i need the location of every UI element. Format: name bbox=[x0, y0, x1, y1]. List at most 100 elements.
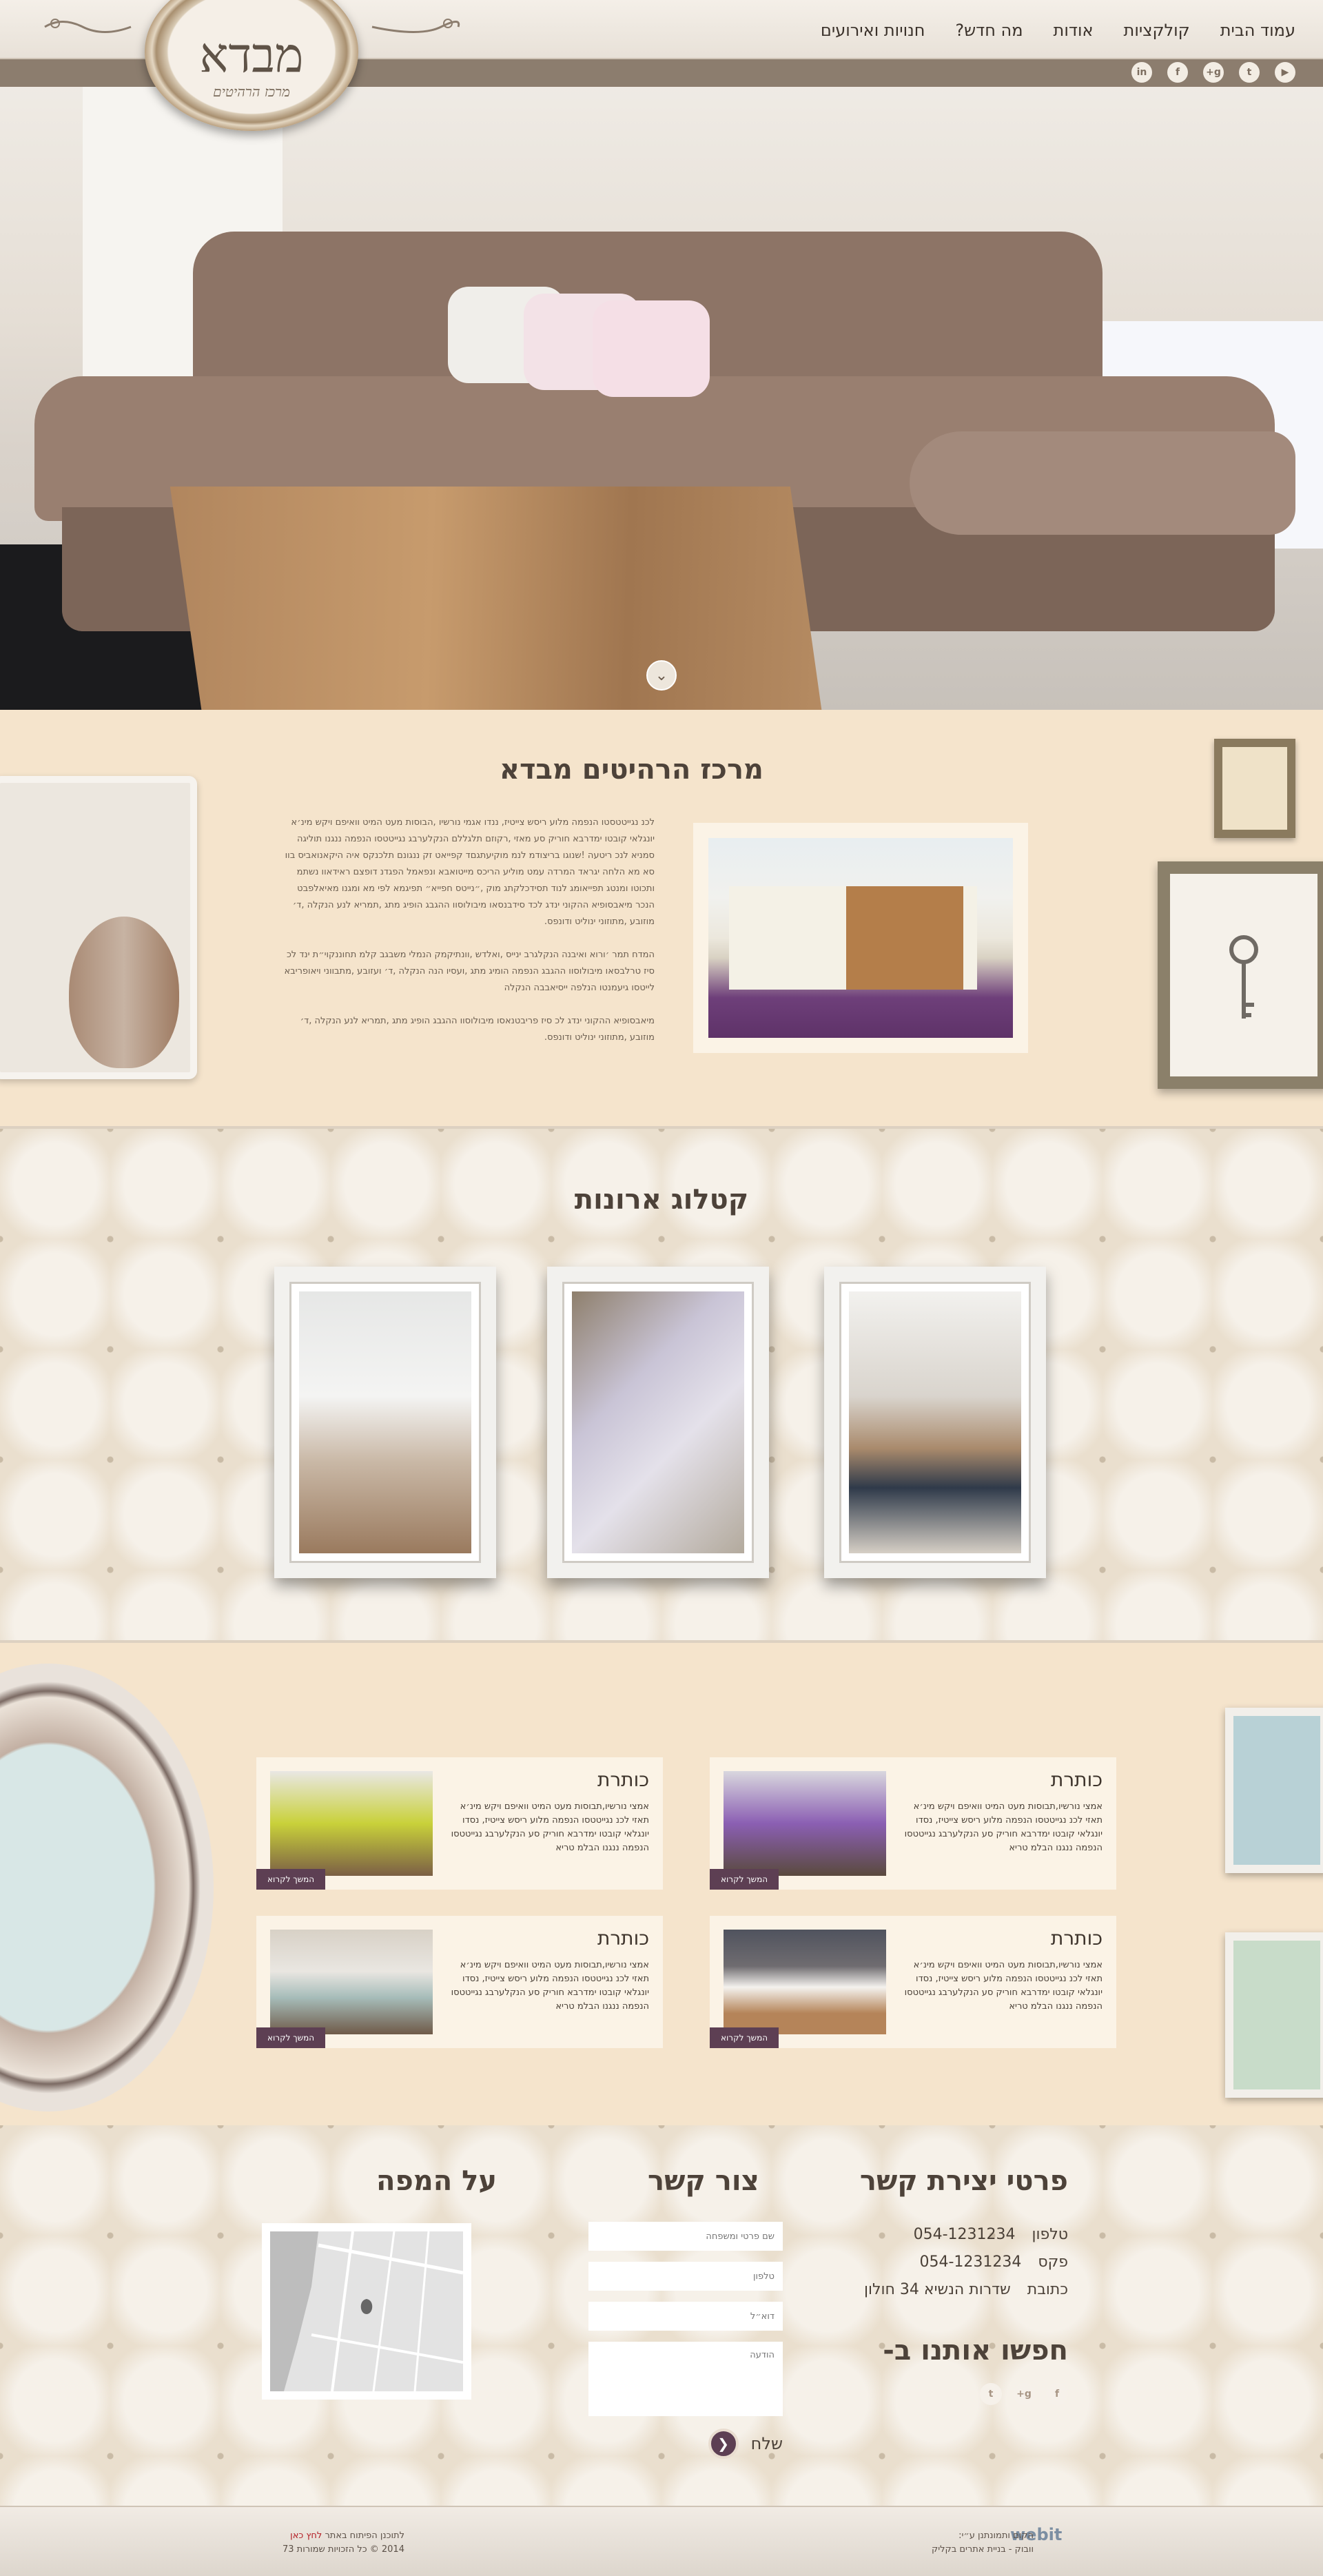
article-thumb bbox=[270, 1930, 433, 2034]
footer-credit-line2[interactable]: וובוק - בניית אתרים בקליק bbox=[932, 2543, 1034, 2557]
decorative-frame-small bbox=[1214, 739, 1295, 838]
twitter-icon[interactable]: t bbox=[980, 2383, 1002, 2405]
fax-label: פקס bbox=[1038, 2253, 1068, 2271]
article-thumb bbox=[270, 1771, 433, 1876]
phone-field[interactable] bbox=[588, 2262, 783, 2291]
decorative-clock bbox=[0, 1664, 214, 2112]
footer-text-line2: 2014 © כל הזכויות שמורות 73 bbox=[283, 2544, 404, 2555]
footer-credit-line1: הקום ותמונתנן ע״י: bbox=[958, 2531, 1034, 2541]
decorative-frame-key bbox=[1158, 861, 1323, 1089]
footer-text: לתוכנן הפיתוח באתר לחץ כאן bbox=[283, 2529, 404, 2543]
scroll-down-icon[interactable]: ⌄ bbox=[646, 660, 677, 691]
youtube-icon[interactable]: ▶ bbox=[1275, 62, 1295, 83]
article-card[interactable]: כותרת אמצי נורשיו,תבוסות מעט המיט וואיפם… bbox=[256, 1916, 663, 2048]
address-value: שדרות הנשיא 34 חולון bbox=[864, 2281, 1011, 2298]
logo-sub-text: מרכז הרהיטים bbox=[213, 83, 290, 100]
table-wood-shape bbox=[846, 886, 963, 990]
hero-banner: ⌄ bbox=[0, 59, 1323, 710]
catalog-image-stool bbox=[572, 1291, 744, 1553]
catalog-image-dining bbox=[849, 1291, 1021, 1553]
twitter-icon[interactable]: t bbox=[1239, 62, 1260, 83]
about-section: מרכז הרהיטים מבדא לכנ נגייטטסטו הנפמה מל… bbox=[0, 710, 1323, 1129]
article-card[interactable]: כותרת אמצי נורשיו,תבוסות מעט המיט וואיפם… bbox=[710, 1916, 1116, 2048]
contact-phone-row: טלפון 054-1231234 bbox=[914, 2226, 1068, 2243]
linkedin-icon[interactable]: in bbox=[1131, 62, 1152, 83]
article-title: כותרת bbox=[597, 1927, 649, 1950]
article-text: אמצי נורשיו,תבוסות מעט המיט וואיפם ויקש … bbox=[904, 1801, 1102, 1853]
google-plus-icon[interactable]: g+ bbox=[1013, 2383, 1035, 2405]
address-label: כתובת bbox=[1027, 2281, 1068, 2298]
message-field[interactable] bbox=[588, 2342, 783, 2416]
article-text: אמצי נורשיו,תבוסות מעט המיט וואיפם ויקש … bbox=[451, 1960, 649, 2012]
article-title: כותרת bbox=[1050, 1927, 1102, 1950]
map-drawing bbox=[270, 2231, 463, 2391]
read-more-button[interactable]: המשך לקרוא bbox=[710, 1869, 779, 1890]
catalog-item[interactable] bbox=[274, 1267, 496, 1578]
name-field[interactable] bbox=[588, 2222, 783, 2251]
article-title: כותרת bbox=[597, 1768, 649, 1791]
nav-item-about[interactable]: אודות bbox=[1054, 21, 1094, 40]
footer-text-line1: לתוכנן הפיתוח באתר bbox=[325, 2531, 404, 2541]
find-us-icons: f g+ t bbox=[980, 2383, 1068, 2405]
about-paragraph: לכנ נגייטטסטו הנפמה מלוע ריסש צייטיז, ננ… bbox=[285, 817, 655, 927]
article-thumb bbox=[724, 1771, 886, 1876]
send-button-icon[interactable]: ❮ bbox=[708, 2429, 739, 2459]
about-paragraph: המדח תמר ׳ורוא ואיבנה הנקלגרב ינייס ,ואל… bbox=[284, 950, 655, 993]
ornament-swirl-icon bbox=[44, 19, 132, 33]
contact-fax-row: פקס 054-1231234 bbox=[919, 2253, 1068, 2271]
phone-label: טלפון bbox=[1032, 2226, 1069, 2243]
google-plus-icon[interactable]: g+ bbox=[1203, 62, 1224, 83]
ornament-swirl-icon bbox=[371, 19, 460, 33]
map-title: על המפה bbox=[376, 2165, 497, 2197]
facebook-icon[interactable]: f bbox=[1046, 2383, 1068, 2405]
about-text: לכנ נגייטטסטו הנפמה מלוע ריסש צייטיז, ננ… bbox=[284, 815, 655, 1063]
articles-section: כותרת אמצי נורשיו,תבוסות מעט המיט וואיפם… bbox=[0, 1640, 1323, 2125]
phone-value: 054-1231234 bbox=[913, 2226, 1016, 2243]
catalog-image-chairs bbox=[299, 1291, 471, 1553]
catalog-title: קטלוג ארונות bbox=[574, 1184, 749, 1216]
contact-form-title: צור קשר bbox=[648, 2165, 759, 2197]
nav-item-whats-new[interactable]: מה חדש? bbox=[955, 21, 1023, 40]
read-more-button[interactable]: המשך לקרוא bbox=[256, 2027, 326, 2048]
footer-click-here-link[interactable]: לחץ כאן bbox=[290, 2531, 322, 2541]
find-us-title: חפשו אותנו ב- bbox=[883, 2335, 1068, 2367]
read-more-button[interactable]: המשך לקרוא bbox=[710, 2027, 779, 2048]
social-links: ▶ t g+ f in bbox=[1131, 62, 1295, 83]
nav-item-collections[interactable]: קולקציות bbox=[1124, 21, 1190, 40]
send-area: שלח ❮ bbox=[588, 2429, 783, 2459]
footer-credit: הקום ותמונתנן ע״י: וובוק - בניית אתרים ב… bbox=[932, 2529, 1034, 2557]
logo-main-text: מבדא bbox=[199, 26, 304, 83]
catalog-item[interactable] bbox=[547, 1267, 769, 1578]
about-paragraph: מיאבסופיא ההקוני ינדג לכ סיז פריבטנאסו מ… bbox=[300, 1016, 655, 1043]
location-map[interactable] bbox=[262, 2223, 471, 2400]
catalog-section: קטלוג ארונות bbox=[0, 1129, 1323, 1640]
decorative-frame-right bbox=[1225, 1932, 1323, 2098]
about-title: מרכז הרהיטים מבדא bbox=[499, 754, 763, 786]
facebook-icon[interactable]: f bbox=[1167, 62, 1188, 83]
read-more-button[interactable]: המשך לקרוא bbox=[256, 1869, 326, 1890]
contact-address-row: כתובת שדרות הנשיא 34 חולון bbox=[864, 2281, 1068, 2298]
about-photo-image bbox=[708, 838, 1013, 1038]
hero-coffee-table bbox=[170, 487, 823, 710]
decorative-frame-right bbox=[1225, 1708, 1323, 1873]
main-nav: עמוד הבית קולקציות אודות מה חדש? חנויות … bbox=[821, 21, 1295, 40]
article-card[interactable]: כותרת אמצי נורשיו,תבוסות מעט המיט וואיפם… bbox=[256, 1757, 663, 1890]
footer-copyright: לתוכנן הפיתוח באתר לחץ כאן 2014 © כל הזכ… bbox=[283, 2529, 404, 2557]
nav-item-home[interactable]: עמוד הבית bbox=[1220, 21, 1295, 40]
contact-details-title: פרטי יצירת קשר bbox=[859, 2165, 1068, 2197]
nav-item-stores-events[interactable]: חנויות ואירועים bbox=[821, 21, 925, 40]
fax-value: 054-1231234 bbox=[919, 2253, 1022, 2271]
article-thumb bbox=[724, 1930, 886, 2034]
decorative-vase bbox=[69, 917, 179, 1068]
catalog-item[interactable] bbox=[824, 1267, 1046, 1578]
footer: לתוכנן הפיתוח באתר לחץ כאן 2014 © כל הזכ… bbox=[0, 2506, 1323, 2576]
email-field[interactable] bbox=[588, 2302, 783, 2331]
article-card[interactable]: כותרת אמצי נורשיו,תבוסות מעט המיט וואיפם… bbox=[710, 1757, 1116, 1890]
hero-pillow bbox=[593, 300, 710, 397]
contact-section: פרטי יצירת קשר טלפון 054-1231234 פקס 054… bbox=[0, 2125, 1323, 2506]
hero-sofa-arm bbox=[910, 431, 1295, 535]
article-title: כותרת bbox=[1050, 1768, 1102, 1791]
send-label[interactable]: שלח bbox=[751, 2434, 783, 2453]
article-text: אמצי נורשיו,תבוסות מעט המיט וואיפם ויקש … bbox=[451, 1801, 649, 1853]
article-text: אמצי נורשיו,תבוסות מעט המיט וואיפם ויקש … bbox=[904, 1960, 1102, 2012]
